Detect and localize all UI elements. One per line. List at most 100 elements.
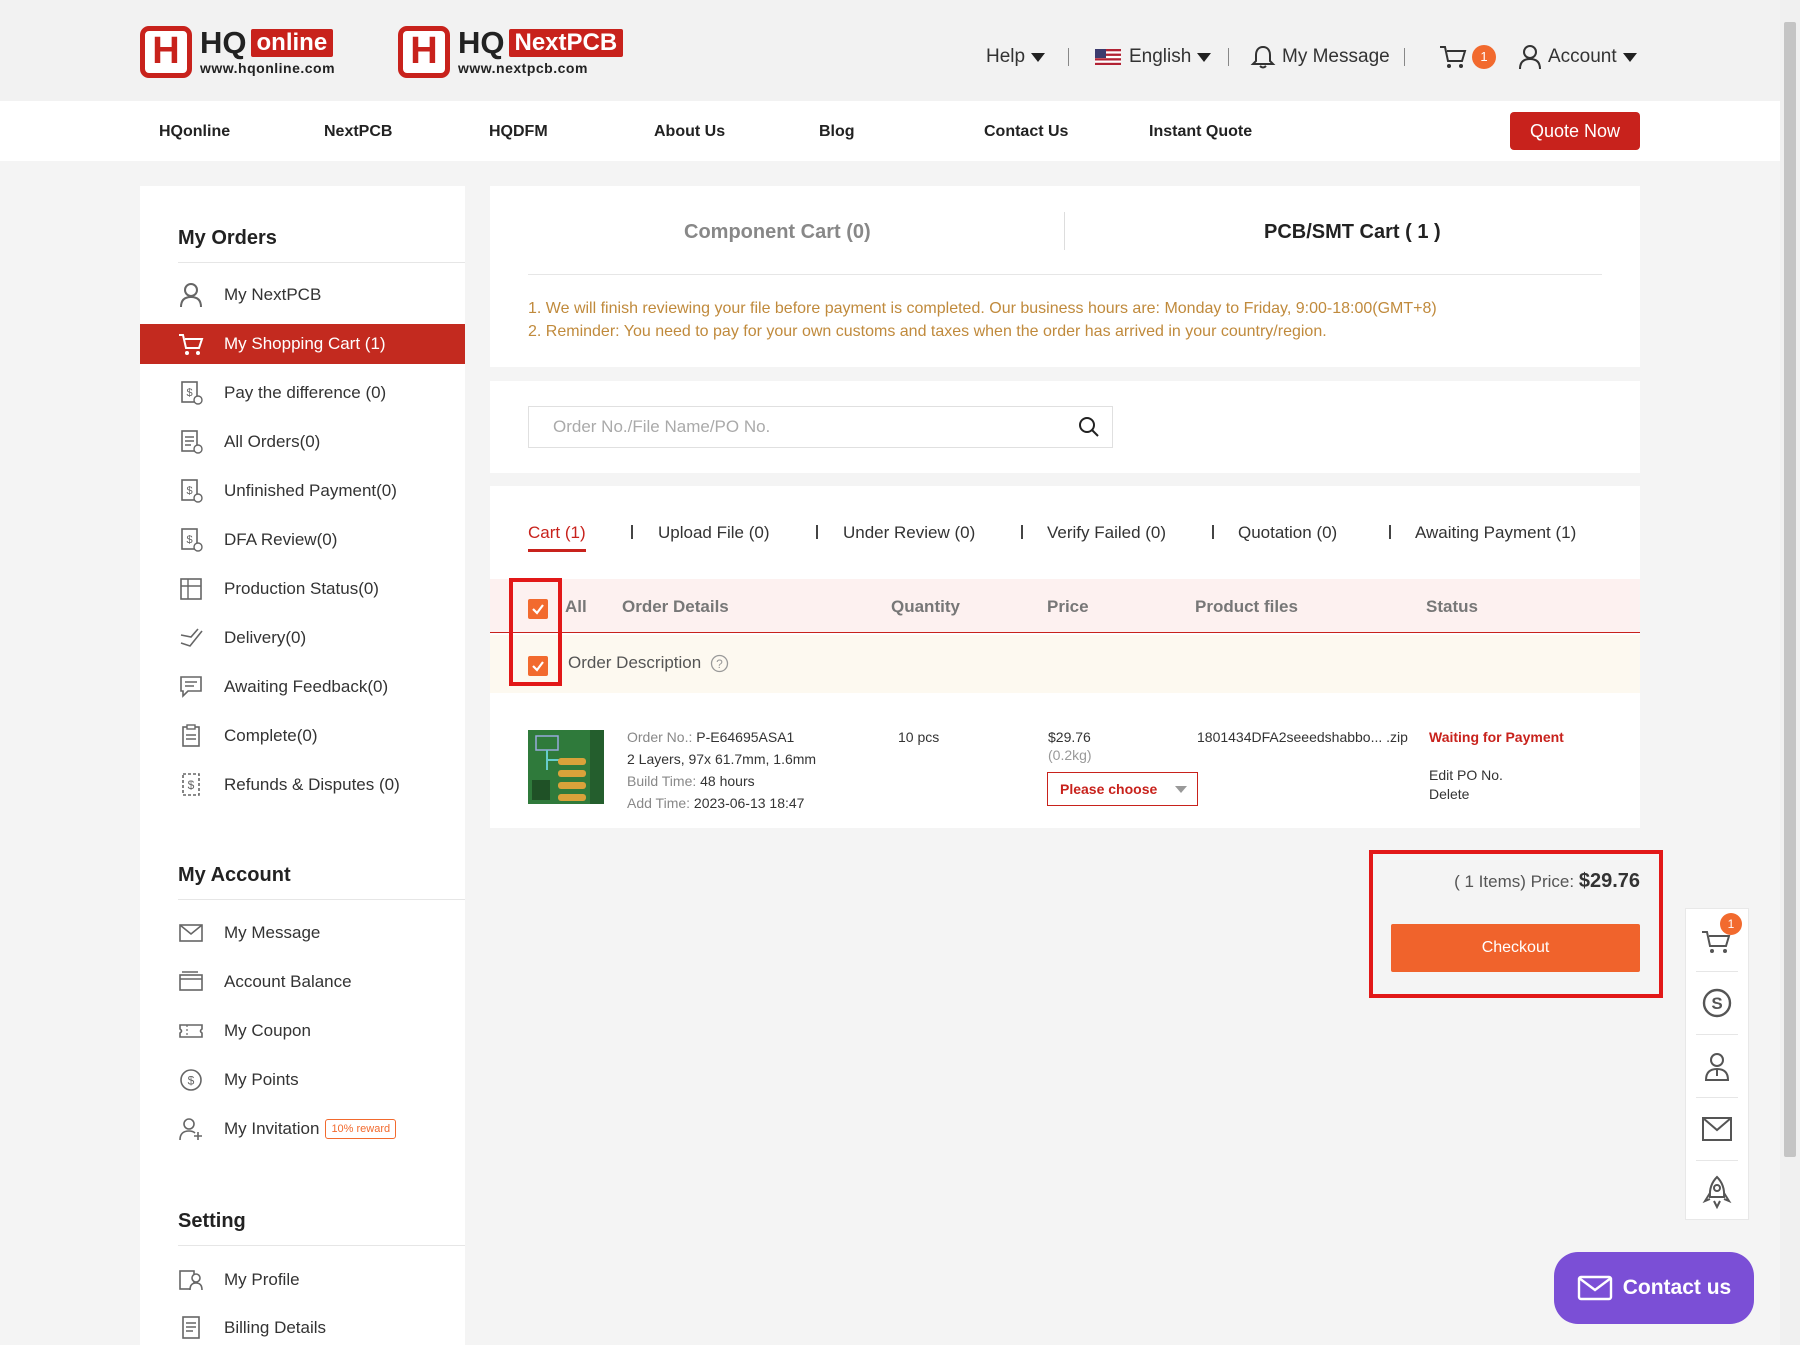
tab-under-review[interactable]: Under Review (0) bbox=[843, 523, 975, 543]
tab-verify-failed[interactable]: Verify Failed (0) bbox=[1047, 523, 1166, 543]
table-header: All Order Details Quantity Price Product… bbox=[490, 579, 1640, 633]
nav-hqonline[interactable]: HQonline bbox=[159, 123, 230, 141]
help-label: Help bbox=[986, 46, 1026, 67]
points-icon: $ bbox=[180, 1069, 202, 1091]
order-details: Order No.: P-E64695ASA1 2 Layers, 97x 61… bbox=[627, 729, 817, 811]
dollar-doc-icon: $ bbox=[181, 381, 203, 405]
sidebar-item-refunds-disputes[interactable]: $ Refunds & Disputes (0) bbox=[140, 765, 465, 805]
skype-icon: S bbox=[1702, 988, 1732, 1018]
nav-contact-us[interactable]: Contact Us bbox=[984, 123, 1068, 141]
hqonline-logo[interactable]: H HQ online www.hqonline.com bbox=[140, 24, 335, 80]
order-description-row: Order Description ? bbox=[490, 635, 1640, 693]
shipping-select[interactable]: Please choose bbox=[1047, 772, 1198, 806]
order-spec: 2 Layers, 97x 61.7mm, 1.6mm bbox=[627, 751, 817, 767]
order-number: P-E64695ASA1 bbox=[696, 729, 795, 745]
sidebar-item-billing-details[interactable]: Billing Details bbox=[140, 1308, 465, 1345]
scrollbar-thumb[interactable] bbox=[1784, 22, 1796, 1157]
mail-icon bbox=[1702, 1117, 1732, 1141]
sidebar-item-my-invitation[interactable]: My Invitation 10% reward bbox=[140, 1109, 465, 1149]
svg-text:$: $ bbox=[186, 534, 192, 546]
caret-down-icon bbox=[1031, 52, 1046, 62]
sidebar-item-awaiting-feedback[interactable]: Awaiting Feedback(0) bbox=[140, 667, 465, 707]
coupon-icon bbox=[179, 1024, 203, 1038]
sidebar-item-production-status[interactable]: Production Status(0) bbox=[140, 569, 465, 609]
nav-about-us[interactable]: About Us bbox=[654, 123, 725, 141]
divider bbox=[816, 525, 818, 539]
status-badge: Waiting for Payment bbox=[1429, 729, 1564, 745]
rocket-icon bbox=[1702, 1175, 1732, 1209]
language-selector[interactable]: English bbox=[1095, 40, 1212, 74]
bell-icon bbox=[1250, 45, 1276, 69]
nav-nextpcb[interactable]: NextPCB bbox=[324, 123, 392, 141]
divider bbox=[1389, 525, 1391, 539]
order-table-panel: Cart (1) Upload File (0) Under Review (0… bbox=[490, 486, 1640, 828]
delete-link[interactable]: Delete bbox=[1429, 783, 1469, 805]
sidebar-item-my-nextpcb[interactable]: My NextPCB bbox=[140, 275, 465, 315]
sidebar-item-complete[interactable]: Complete(0) bbox=[140, 716, 465, 756]
sidebar-item-pay-difference[interactable]: $ Pay the difference (0) bbox=[140, 373, 465, 413]
divider bbox=[178, 1245, 465, 1246]
float-skype-button[interactable]: S bbox=[1686, 972, 1748, 1034]
feedback-icon bbox=[180, 676, 202, 698]
sidebar-item-dfa-review[interactable]: $ DFA Review(0) bbox=[140, 520, 465, 560]
help-circle-icon[interactable]: ? bbox=[710, 654, 729, 673]
float-back-to-top-button[interactable] bbox=[1686, 1161, 1748, 1223]
nextpcb-logo[interactable]: H HQ NextPCB www.nextpcb.com bbox=[398, 24, 624, 80]
sidebar-item-all-orders[interactable]: All Orders(0) bbox=[140, 422, 465, 462]
tab-upload-file[interactable]: Upload File (0) bbox=[658, 523, 770, 543]
invite-icon bbox=[179, 1118, 202, 1141]
account-sidebar: My Orders My NextPCB My Shopping Cart (1… bbox=[140, 186, 465, 1345]
float-support-button[interactable] bbox=[1686, 1035, 1748, 1097]
column-product-files: Product files bbox=[1195, 597, 1298, 616]
quote-now-button[interactable]: Quote Now bbox=[1510, 112, 1640, 150]
caret-down-icon bbox=[1197, 52, 1212, 62]
search-input[interactable]: Order No./File Name/PO No. bbox=[553, 417, 1078, 437]
nav-hqdfm[interactable]: HQDFM bbox=[489, 123, 548, 141]
sidebar-item-delivery[interactable]: Delivery(0) bbox=[140, 618, 465, 658]
order-search-box[interactable]: Order No./File Name/PO No. bbox=[528, 406, 1113, 448]
cart-type-panel: Component Cart (0) PCB/SMT Cart ( 1 ) 1.… bbox=[490, 186, 1640, 367]
product-file-link[interactable]: 1801434DFA2seeedshabbo... .zip bbox=[1197, 726, 1408, 748]
divider bbox=[1021, 525, 1023, 539]
clipboard-icon bbox=[182, 724, 200, 747]
sidebar-item-unfinished-payment[interactable]: $ Unfinished Payment(0) bbox=[140, 471, 465, 511]
sidebar-item-my-message[interactable]: My Message bbox=[140, 913, 465, 953]
float-email-button[interactable] bbox=[1686, 1098, 1748, 1160]
contact-us-button[interactable]: Contact us bbox=[1554, 1252, 1754, 1324]
sidebar-item-my-profile[interactable]: My Profile bbox=[140, 1260, 465, 1300]
search-icon[interactable] bbox=[1078, 416, 1100, 438]
pcb-thumbnail[interactable] bbox=[528, 730, 604, 804]
column-price: Price bbox=[1047, 597, 1089, 616]
sidebar-item-shopping-cart[interactable]: My Shopping Cart (1) bbox=[140, 324, 465, 364]
user-icon bbox=[180, 283, 202, 308]
my-orders-heading: My Orders bbox=[178, 227, 277, 249]
sidebar-item-account-balance[interactable]: Account Balance bbox=[140, 962, 465, 1002]
help-menu[interactable]: Help bbox=[986, 40, 1046, 74]
sidebar-item-my-points[interactable]: $ My Points bbox=[140, 1060, 465, 1100]
setting-heading: Setting bbox=[178, 1210, 246, 1232]
divider bbox=[631, 525, 633, 539]
notice-customs-taxes: 2. Reminder: You need to pay for your ow… bbox=[528, 323, 1327, 340]
tab-pcb-smt-cart[interactable]: PCB/SMT Cart ( 1 ) bbox=[1264, 220, 1441, 244]
tab-component-cart[interactable]: Component Cart (0) bbox=[684, 220, 871, 244]
nav-blog[interactable]: Blog bbox=[819, 123, 855, 141]
chevron-down-icon bbox=[1175, 786, 1187, 793]
checkbox-highlight-box bbox=[509, 578, 562, 686]
dollar-doc-icon: $ bbox=[181, 528, 203, 552]
column-order-details: Order Details bbox=[622, 597, 729, 616]
account-menu[interactable]: Account bbox=[1518, 40, 1637, 74]
sidebar-item-my-coupon[interactable]: My Coupon bbox=[140, 1011, 465, 1051]
delivery-icon bbox=[180, 628, 203, 647]
my-message-link[interactable]: My Message bbox=[1250, 40, 1390, 74]
nav-instant-quote[interactable]: Instant Quote bbox=[1149, 123, 1252, 141]
tab-quotation[interactable]: Quotation (0) bbox=[1238, 523, 1337, 543]
tab-awaiting-payment[interactable]: Awaiting Payment (1) bbox=[1415, 523, 1576, 543]
tab-cart[interactable]: Cart (1) bbox=[528, 523, 586, 543]
build-time: 48 hours bbox=[700, 773, 755, 789]
user-icon bbox=[1519, 45, 1541, 70]
float-cart-button[interactable]: 1 bbox=[1686, 909, 1748, 971]
page-scrollbar[interactable] bbox=[1780, 0, 1800, 1345]
header-cart-button[interactable]: 1 bbox=[1438, 40, 1496, 74]
select-all-label: All bbox=[565, 597, 587, 616]
us-flag-icon bbox=[1095, 49, 1121, 65]
